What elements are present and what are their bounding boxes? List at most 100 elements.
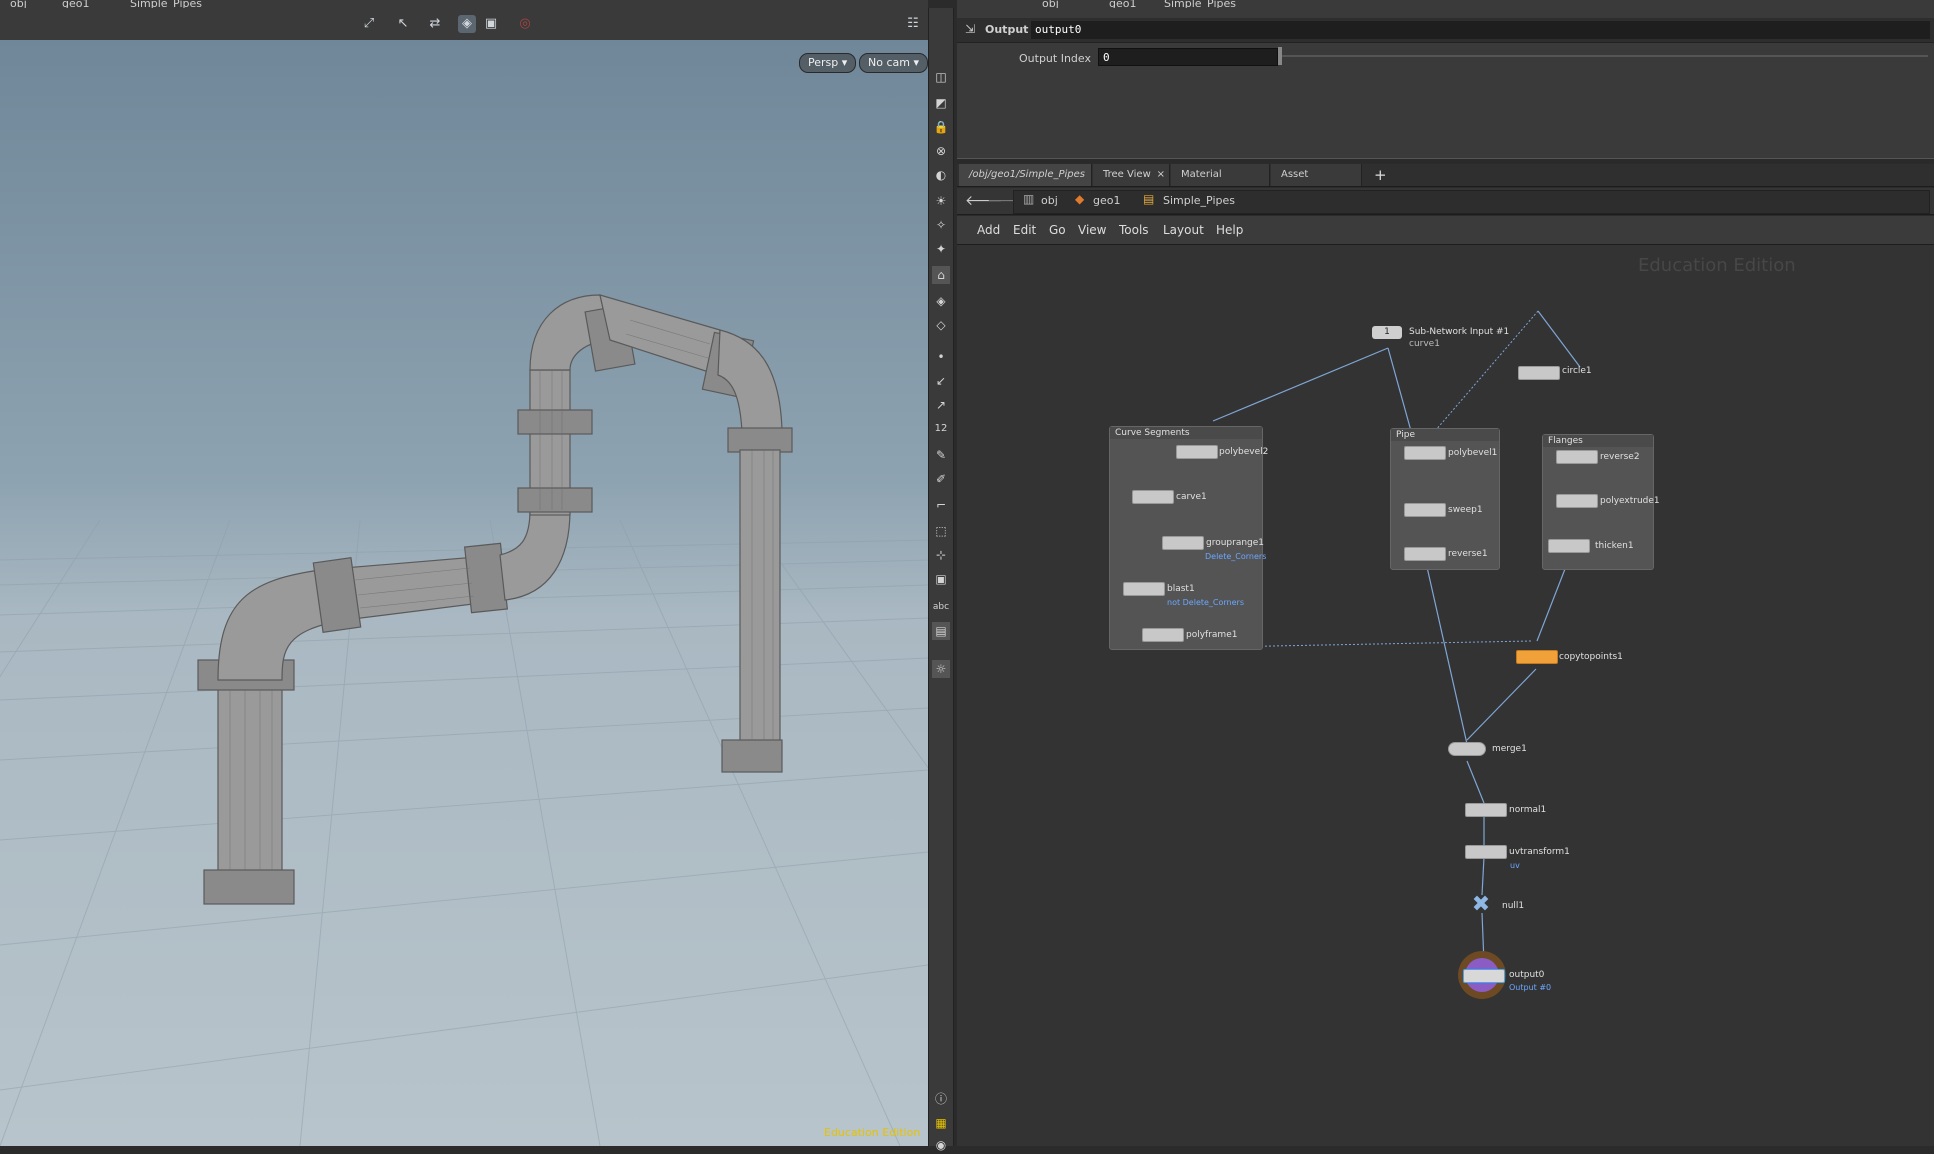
polybevel2-label: polybevel2 bbox=[1219, 447, 1269, 457]
node-name-field[interactable]: output0 bbox=[1031, 21, 1930, 39]
uvtransform1-node[interactable] bbox=[1465, 845, 1507, 859]
tab-label: Tree View bbox=[1103, 169, 1151, 180]
display-tool-icon[interactable]: ▣ bbox=[482, 15, 500, 33]
pane-divider[interactable] bbox=[957, 158, 1934, 163]
output-index-slider[interactable] bbox=[1278, 47, 1928, 65]
reverse2-node[interactable] bbox=[1556, 450, 1598, 464]
grid-icon[interactable]: ▦ bbox=[932, 1114, 950, 1132]
close-icon[interactable]: × bbox=[1157, 164, 1165, 186]
viewport-crumb-geo[interactable]: geo1 bbox=[62, 0, 89, 8]
scene-viewport[interactable]: Persp ▾ No cam ▾ Education Edition bbox=[0, 40, 928, 1146]
blast1-sub: not Delete_Corners bbox=[1167, 598, 1245, 607]
pipe-title: Pipe bbox=[1391, 429, 1499, 441]
polybevel2-node[interactable] bbox=[1176, 445, 1218, 459]
path-net[interactable]: Simple_Pipes bbox=[1163, 194, 1235, 207]
tab-material-palette[interactable]: Material Palette × bbox=[1171, 164, 1270, 202]
path-geo[interactable]: geo1 bbox=[1093, 194, 1120, 207]
thicken1-node[interactable] bbox=[1548, 539, 1590, 553]
lock-icon[interactable]: 🔒 bbox=[932, 118, 950, 136]
normal-icon[interactable]: ↙ bbox=[932, 372, 950, 390]
axis-icon[interactable]: ⊹ bbox=[932, 546, 950, 564]
output-index-slider-handle[interactable] bbox=[1278, 47, 1282, 65]
bbox-icon[interactable]: ⬚ bbox=[932, 522, 950, 540]
params-crumb-obj[interactable]: obj bbox=[1042, 0, 1059, 8]
network-editor[interactable]: Education Edition 1 Sub-Network Input #1… bbox=[957, 245, 1934, 1146]
path-obj[interactable]: obj bbox=[1041, 194, 1058, 207]
uvtransform1-sub: uv bbox=[1510, 861, 1520, 870]
menu-go[interactable]: Go bbox=[1049, 216, 1066, 244]
params-crumb-net[interactable]: Simple_Pipes bbox=[1164, 0, 1236, 8]
circle1-node[interactable] bbox=[1518, 366, 1560, 380]
tab-network-path[interactable]: /obj/geo1/Simple_Pipes × bbox=[959, 164, 1092, 202]
eye-icon[interactable]: ◉ bbox=[932, 1136, 950, 1154]
vector-icon[interactable]: ↗ bbox=[932, 396, 950, 414]
render-icon[interactable]: ◈ bbox=[932, 292, 950, 310]
persp-dropdown[interactable]: Persp ▾ bbox=[799, 53, 857, 73]
image-icon[interactable]: ▤ bbox=[932, 622, 950, 640]
subnet-input-label: Sub-Network Input #1 bbox=[1409, 327, 1510, 337]
output0-sub: Output #0 bbox=[1509, 983, 1552, 992]
sweep1-label: sweep1 bbox=[1448, 505, 1483, 515]
ghost-icon[interactable]: ◩ bbox=[932, 94, 950, 112]
lamp-icon[interactable]: ☼ bbox=[932, 660, 950, 678]
menu-view[interactable]: View bbox=[1078, 216, 1106, 244]
text-icon[interactable]: abc bbox=[932, 598, 950, 616]
layout-icon[interactable]: ☷ bbox=[904, 15, 922, 33]
menu-tools[interactable]: Tools bbox=[1119, 216, 1149, 244]
view-icon[interactable]: ◫ bbox=[932, 68, 950, 86]
menu-edit[interactable]: Edit bbox=[1013, 216, 1036, 244]
tab-asset-browser[interactable]: Asset Browser × bbox=[1271, 164, 1362, 202]
geo-icon: ◆ bbox=[1075, 192, 1085, 206]
uvtransform1-label: uvtransform1 bbox=[1509, 847, 1570, 857]
paint2-icon[interactable]: ✐ bbox=[932, 470, 950, 488]
carve1-node[interactable] bbox=[1132, 490, 1174, 504]
camera-icon[interactable]: ⌂ bbox=[932, 266, 950, 284]
xray-icon[interactable]: ⊗ bbox=[932, 142, 950, 160]
handle-tool-icon[interactable]: ⤢ bbox=[360, 15, 378, 33]
network-tabs: /obj/geo1/Simple_Pipes × Tree View × Mat… bbox=[957, 164, 1934, 202]
output-index-field[interactable]: 0 bbox=[1098, 48, 1278, 66]
blast1-node[interactable] bbox=[1123, 582, 1165, 596]
menu-layout[interactable]: Layout bbox=[1163, 216, 1204, 244]
viewport-scene bbox=[0, 294, 928, 1146]
null1-label: null1 bbox=[1502, 901, 1525, 911]
camera-dropdown[interactable]: No cam ▾ bbox=[859, 53, 928, 73]
add-tab-icon[interactable]: + bbox=[1374, 166, 1387, 184]
polybevel1-node[interactable] bbox=[1404, 446, 1446, 460]
menu-add[interactable]: Add bbox=[977, 216, 1000, 244]
polyextrude1-node[interactable] bbox=[1556, 494, 1598, 508]
paint-icon[interactable]: ✎ bbox=[932, 446, 950, 464]
normal1-node[interactable] bbox=[1465, 803, 1507, 817]
polyframe1-node[interactable] bbox=[1142, 628, 1184, 642]
number-icon[interactable]: 12 bbox=[932, 420, 950, 438]
light2-icon[interactable]: ✧ bbox=[932, 216, 950, 234]
grouprange1-sub: Delete_Corners bbox=[1205, 552, 1267, 561]
null1-node[interactable]: ✖ bbox=[1465, 894, 1497, 916]
sweep1-node[interactable] bbox=[1404, 503, 1446, 517]
reverse1-node[interactable] bbox=[1404, 547, 1446, 561]
viewport-crumb-obj[interactable]: obj bbox=[10, 0, 27, 8]
transform-tool-icon[interactable]: ⇄ bbox=[426, 15, 444, 33]
viewport-crumb-net[interactable]: Simple_Pipes bbox=[130, 0, 202, 8]
corner-icon[interactable]: ⌐ bbox=[932, 496, 950, 514]
merge1-node[interactable] bbox=[1448, 742, 1486, 756]
snap-tool-icon[interactable]: ◈ bbox=[458, 15, 476, 33]
params-crumb-geo[interactable]: geo1 bbox=[1109, 0, 1136, 8]
record-tool-icon[interactable]: ◎ bbox=[516, 15, 534, 33]
grouprange1-node[interactable] bbox=[1162, 536, 1204, 550]
output0-node[interactable] bbox=[1463, 969, 1505, 983]
render2-icon[interactable]: ◇ bbox=[932, 316, 950, 334]
tab-tree-view[interactable]: Tree View × bbox=[1093, 164, 1170, 186]
point-icon[interactable]: • bbox=[932, 348, 950, 366]
select-tool-icon[interactable]: ↖ bbox=[394, 15, 412, 33]
pipe-model bbox=[197, 294, 793, 905]
subnet-input-node[interactable]: 1 bbox=[1372, 326, 1402, 339]
stop-icon[interactable]: ▣ bbox=[932, 570, 950, 588]
copytopoints1-node[interactable] bbox=[1516, 650, 1558, 664]
info-icon[interactable]: ⓘ bbox=[932, 1090, 950, 1108]
menu-help[interactable]: Help bbox=[1216, 216, 1243, 244]
light3-icon[interactable]: ✦ bbox=[932, 240, 950, 258]
network-wires bbox=[1168, 310, 1581, 964]
shading-icon[interactable]: ◐ bbox=[932, 166, 950, 184]
light-icon[interactable]: ☀ bbox=[932, 192, 950, 210]
